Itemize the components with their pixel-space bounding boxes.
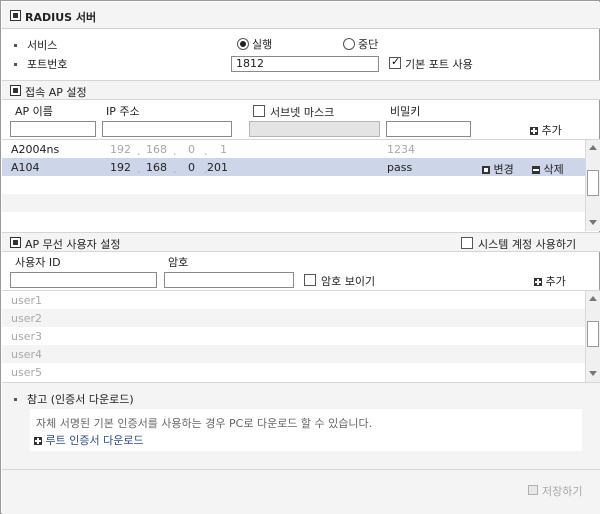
show-password-label[interactable]: 암호 보이기 [321, 273, 375, 289]
ap-section-title: 접속 AP 설정 [25, 86, 87, 99]
subnet-checkbox[interactable] [253, 105, 265, 117]
bullet-icon [14, 63, 17, 66]
user-section-header: AP 무선 사용자 설정 시스템 계정 사용하기 [2, 232, 600, 252]
list-item[interactable]: user5 [2, 363, 585, 381]
scroll-up-icon[interactable] [589, 296, 597, 301]
user-add-label: 추가 [545, 275, 566, 288]
list-item[interactable]: user1 [2, 291, 585, 309]
ap-row[interactable]: A2004ns 192 . 168 . 0 . 1 1234 [2, 140, 585, 158]
root-cert-download-link[interactable]: 루트 인증서 다운로드 [34, 432, 144, 448]
service-run-radio[interactable] [237, 38, 249, 50]
ap-add-button[interactable]: 추가 [530, 122, 562, 138]
ap-name-input[interactable] [10, 121, 96, 137]
root-cert-download-label: 루트 인증서 다운로드 [45, 434, 144, 447]
ip-header: IP 주소 [106, 105, 140, 118]
note-title: 참고 (인증서 다운로드) [27, 393, 134, 406]
save-label: 저장하기 [542, 485, 583, 498]
ap-row-ip-1: 192 [110, 143, 131, 156]
page-title: RADIUS 서버 [25, 11, 97, 24]
ap-row-password: pass [387, 161, 413, 174]
ip-separator: . [137, 145, 141, 158]
bullet-icon [14, 44, 17, 47]
ap-empty-row [2, 194, 585, 212]
user-placeholder: user5 [11, 366, 42, 379]
password-header: 비밀키 [390, 105, 421, 118]
save-button[interactable]: 저장하기 [528, 483, 582, 499]
port-input[interactable]: 1812 [231, 56, 379, 72]
ip-separator: . [204, 145, 208, 158]
plus-icon [534, 278, 542, 286]
ap-row-ip-3: 0 [188, 161, 195, 174]
radius-server-panel: RADIUS 서버 서비스 실행 중단 포트번호 1812 기본 포트 사용 접… [0, 0, 600, 514]
port-label: 포트번호 [27, 58, 68, 71]
user-password-header: 암호 [168, 256, 189, 269]
ap-row-ip-4: 201 [207, 161, 228, 174]
footer: 저장하기 [2, 469, 600, 514]
user-id-header: 사용자 ID [15, 256, 61, 269]
scroll-down-icon[interactable] [589, 220, 597, 225]
save-icon [528, 485, 538, 495]
user-placeholder: user3 [11, 330, 42, 343]
user-list-scrollbar[interactable] [585, 291, 600, 382]
ap-list-scrollbar[interactable] [585, 140, 600, 231]
secret-key-input[interactable] [386, 121, 471, 137]
ap-row-name: A104 [11, 161, 40, 174]
section-icon [10, 10, 21, 21]
ap-row-ip-2: 168 [146, 143, 167, 156]
ap-row-ip-3: 0 [188, 143, 195, 156]
user-id-input[interactable] [10, 272, 157, 288]
user-placeholder: user1 [11, 294, 42, 307]
ap-name-header: AP 이름 [15, 105, 53, 118]
minus-icon [532, 166, 540, 174]
bullet-icon [14, 398, 17, 401]
service-stop-label[interactable]: 중단 [358, 36, 378, 52]
system-account-label[interactable]: 시스템 계정 사용하기 [478, 236, 576, 252]
user-placeholder: user2 [11, 312, 42, 325]
ap-add-label: 추가 [541, 124, 562, 137]
service-label: 서비스 [27, 39, 58, 52]
scroll-up-icon[interactable] [589, 145, 597, 150]
ap-row-ip-1: 192 [110, 161, 131, 174]
user-password-input[interactable] [164, 272, 294, 288]
ap-delete-label: 삭제 [543, 163, 564, 176]
list-item[interactable]: user3 [2, 327, 585, 345]
subnet-header[interactable]: 서브넷 마스크 [270, 104, 334, 120]
default-port-label[interactable]: 기본 포트 사용 [405, 56, 473, 72]
list-item[interactable]: user4 [2, 345, 585, 363]
plus-icon [530, 127, 538, 135]
scroll-thumb[interactable] [587, 321, 599, 347]
ap-section-header: 접속 AP 설정 [2, 80, 600, 100]
subnet-mask-input [249, 121, 380, 137]
edit-icon [482, 166, 490, 174]
service-stop-radio[interactable] [343, 38, 355, 50]
default-port-checkbox[interactable] [389, 55, 401, 69]
note-text: 자체 서명된 기본 인증서를 사용하는 경우 PC로 다운로드 할 수 있습니다… [36, 417, 373, 430]
ap-row-ip-4: 1 [220, 143, 227, 156]
title-bar: RADIUS 서버 [2, 2, 600, 29]
section-icon [10, 237, 21, 248]
ap-row-name: A2004ns [11, 143, 60, 156]
list-item[interactable]: user2 [2, 309, 585, 327]
section-icon [10, 85, 21, 96]
user-add-button[interactable]: 추가 [534, 273, 566, 289]
ip-separator: . [173, 145, 177, 158]
note-box: 자체 서명된 기본 인증서를 사용하는 경우 PC로 다운로드 할 수 있습니다… [30, 409, 582, 451]
ap-edit-button[interactable]: 변경 [482, 161, 514, 177]
ip-separator: . [137, 163, 141, 176]
ap-row-password: 1234 [387, 143, 415, 156]
system-account-checkbox[interactable] [461, 237, 473, 249]
ap-edit-label: 변경 [493, 163, 514, 176]
ap-delete-button[interactable]: 삭제 [532, 161, 564, 177]
user-placeholder: user4 [11, 348, 42, 361]
ap-row-ip-2: 168 [146, 161, 167, 174]
scroll-down-icon[interactable] [589, 371, 597, 376]
show-password-checkbox[interactable] [304, 274, 316, 286]
download-icon [34, 437, 42, 445]
ip-separator: . [173, 163, 177, 176]
user-section-title: AP 무선 사용자 설정 [25, 238, 121, 251]
service-run-label[interactable]: 실행 [252, 36, 272, 52]
scroll-thumb[interactable] [587, 170, 599, 196]
ap-row-selected[interactable]: A104 192 . 168 . 0 . 201 pass 변경 삭제 [2, 158, 585, 176]
ip-address-input[interactable] [102, 121, 232, 137]
